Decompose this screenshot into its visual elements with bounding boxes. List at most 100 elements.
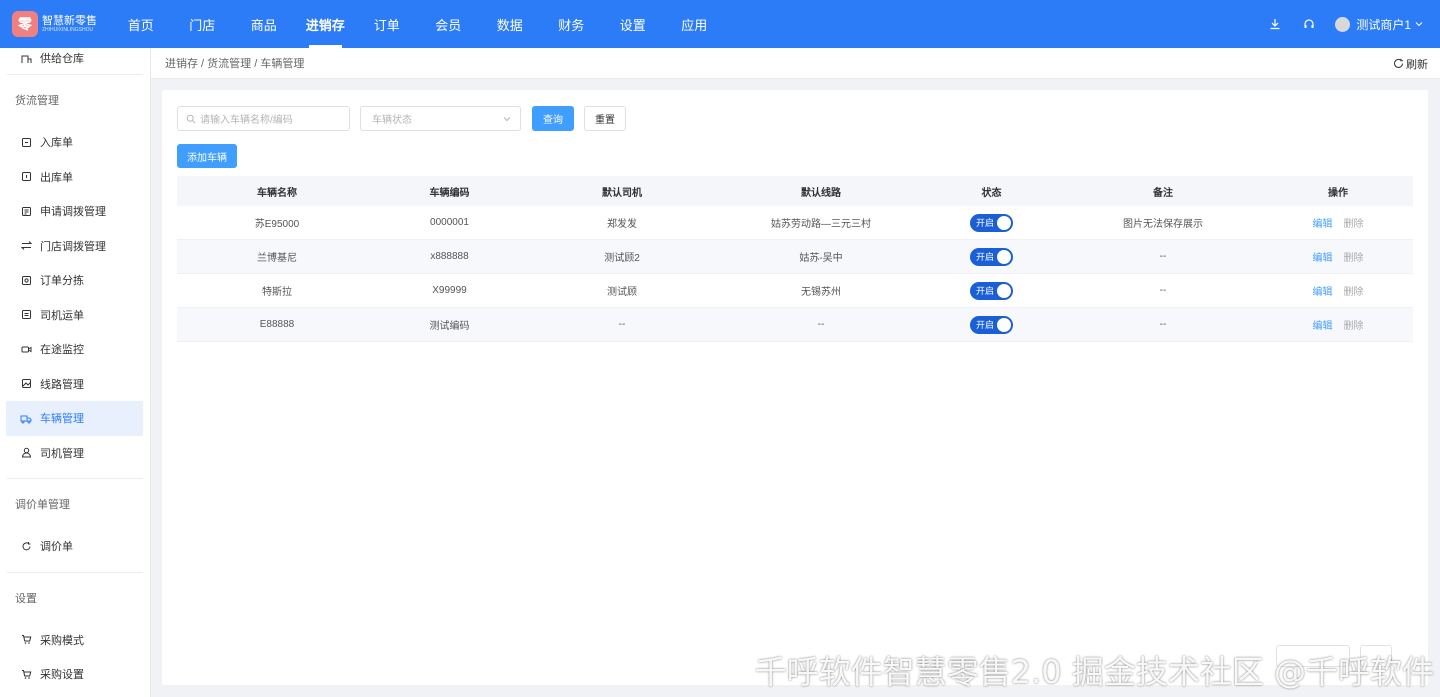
sidebar-item-store-transfer[interactable]: 门店调拨管理 xyxy=(0,229,150,264)
user-menu[interactable]: 测试商户1 xyxy=(1335,16,1424,33)
nav-inventory[interactable]: 进销存 xyxy=(295,0,357,48)
sidebar-item-purchase-settings[interactable]: 采购设置 xyxy=(0,657,150,692)
cell-vehicle-code: 测试编码 xyxy=(429,321,470,332)
delete-link[interactable]: 删除 xyxy=(1344,215,1364,230)
edit-link[interactable]: 编辑 xyxy=(1313,249,1333,264)
sidebar-item-label: 车辆管理 xyxy=(40,413,84,426)
document-icon xyxy=(20,309,32,321)
cell-vehicle-name: E88888 xyxy=(259,319,295,330)
cell-remark: -- xyxy=(1159,285,1167,296)
swap-icon xyxy=(20,240,32,252)
nav-members[interactable]: 会员 xyxy=(418,0,480,48)
sidebar-item-label: 线路管理 xyxy=(40,378,84,391)
status-toggle[interactable]: 开启 xyxy=(970,281,1013,300)
route-icon xyxy=(20,378,32,390)
edit-link[interactable]: 编辑 xyxy=(1313,317,1333,332)
cell-vehicle-code: X99999 xyxy=(432,285,467,296)
sidebar-item-label: 司机管理 xyxy=(40,447,84,460)
table-header: 车辆名称 车辆编码 默认司机 默认线路 状态 备注 操作 xyxy=(177,176,1413,206)
main-nav: 首页 门店 商品 进销存 订单 会员 数据 财务 设置 应用 xyxy=(110,0,725,48)
cell-default-driver: 测试顾2 xyxy=(604,253,640,264)
delete-link[interactable]: 删除 xyxy=(1344,317,1364,332)
sidebar-item-label: 申请调拨管理 xyxy=(40,206,106,219)
column-header: 车辆编码 xyxy=(429,187,470,199)
table-row: 兰博基尼 x888888 测试顾2 姑苏-吴中 开启 -- 编辑 删除 xyxy=(177,240,1413,274)
sidebar-item-route-management[interactable]: 线路管理 xyxy=(0,367,150,402)
download-icon[interactable] xyxy=(1267,16,1283,32)
table-row: 特斯拉 X99999 测试顾 无锡苏州 开启 -- 编辑 删除 xyxy=(177,274,1413,308)
sidebar-item-driver-management[interactable]: 司机管理 xyxy=(0,436,150,471)
sidebar-item-label: 采购设置 xyxy=(40,669,84,682)
sidebar-item-vehicle-management[interactable]: 车辆管理 xyxy=(6,401,143,436)
sidebar-item-order-sorting[interactable]: 订单分拣 xyxy=(0,263,150,298)
delete-link[interactable]: 删除 xyxy=(1344,283,1364,298)
cell-vehicle-name: 苏E95000 xyxy=(254,219,300,230)
add-vehicle-button[interactable]: 添加车辆 xyxy=(177,144,237,168)
truck-icon xyxy=(20,412,32,424)
sidebar-section-settings: 设置 xyxy=(15,592,37,605)
column-header: 备注 xyxy=(1153,187,1173,199)
sidebar-item-purchase-mode[interactable]: 采购模式 xyxy=(0,623,150,658)
status-toggle[interactable]: 开启 xyxy=(970,213,1013,232)
search-input[interactable]: 请输入车辆名称/编码 xyxy=(177,106,350,131)
column-header: 操作 xyxy=(1328,187,1348,199)
filter-bar: 请输入车辆名称/编码 车辆状态 查询 重置 xyxy=(177,106,626,131)
cell-default-driver: 郑发发 xyxy=(607,219,637,230)
cell-remark: -- xyxy=(1159,251,1167,262)
sidebar-item-driver-waybill[interactable]: 司机运单 xyxy=(0,298,150,333)
cell-default-driver: -- xyxy=(618,319,626,330)
video-icon xyxy=(20,343,32,355)
sidebar-item-inbound[interactable]: 入库单 xyxy=(0,125,150,160)
warehouse-icon xyxy=(20,52,32,64)
cell-default-route: 无锡苏州 xyxy=(801,287,841,298)
refresh-icon xyxy=(20,540,32,552)
cell-vehicle-code: 0000001 xyxy=(430,217,469,228)
status-toggle[interactable]: 开启 xyxy=(970,247,1013,266)
logo-text: 智慧新零售 xyxy=(42,14,97,27)
cell-vehicle-name: 兰博基尼 xyxy=(257,253,297,264)
nav-products[interactable]: 商品 xyxy=(233,0,295,48)
vehicle-status-select[interactable]: 车辆状态 xyxy=(360,106,521,131)
nav-stores[interactable]: 门店 xyxy=(172,0,234,48)
cell-vehicle-code: x888888 xyxy=(430,251,469,262)
column-header: 车辆名称 xyxy=(257,187,297,199)
logo[interactable]: 零 智慧新零售 ZHIHUIXINLINGSHOU xyxy=(12,11,110,37)
sidebar-item-label: 门店调拨管理 xyxy=(40,240,106,253)
nav-apps[interactable]: 应用 xyxy=(664,0,726,48)
sidebar-item-label: 调价单 xyxy=(40,541,73,554)
column-header: 默认司机 xyxy=(602,187,642,199)
cell-default-route: 姑苏劳动路—三元三村 xyxy=(771,219,871,230)
sidebar-item-label: 出库单 xyxy=(40,171,73,184)
query-button[interactable]: 查询 xyxy=(532,106,574,131)
status-placeholder: 车辆状态 xyxy=(372,115,412,126)
sidebar-item-price-adjust[interactable]: 调价单 xyxy=(0,529,150,564)
column-header: 默认线路 xyxy=(801,187,841,199)
sidebar-item-outbound[interactable]: 出库单 xyxy=(0,160,150,195)
nav-home[interactable]: 首页 xyxy=(110,0,172,48)
status-toggle[interactable]: 开启 xyxy=(970,315,1013,334)
sidebar-item-transit-monitor[interactable]: 在途监控 xyxy=(0,332,150,367)
cell-remark: -- xyxy=(1159,319,1167,330)
edit-link[interactable]: 编辑 xyxy=(1313,283,1333,298)
user-icon xyxy=(20,447,32,459)
sidebar-item-supply-warehouse[interactable]: 供给仓库 xyxy=(0,48,150,74)
chevron-down-icon xyxy=(1415,22,1423,27)
delete-link[interactable]: 删除 xyxy=(1344,249,1364,264)
chevron-down-icon xyxy=(503,116,511,121)
reset-button[interactable]: 重置 xyxy=(584,106,626,131)
sidebar-item-transfer-request[interactable]: 申请调拨管理 xyxy=(0,194,150,229)
nav-orders[interactable]: 订单 xyxy=(356,0,418,48)
nav-settings[interactable]: 设置 xyxy=(602,0,664,48)
refresh-button[interactable]: 刷新 xyxy=(1393,48,1428,79)
search-placeholder: 请输入车辆名称/编码 xyxy=(200,115,293,126)
nav-data[interactable]: 数据 xyxy=(479,0,541,48)
cell-default-driver: 测试顾 xyxy=(607,287,637,298)
nav-finance[interactable]: 财务 xyxy=(541,0,603,48)
headset-icon[interactable] xyxy=(1301,16,1317,32)
cart-settings-icon xyxy=(20,668,32,680)
content-card: 请输入车辆名称/编码 车辆状态 查询 重置 添加车辆 车辆名称 车辆编码 默认司… xyxy=(162,90,1428,685)
edit-link[interactable]: 编辑 xyxy=(1313,215,1333,230)
refresh-label: 刷新 xyxy=(1406,58,1428,71)
breadcrumb: 进销存 / 货流管理 / 车辆管理 xyxy=(165,58,305,70)
cell-default-route: 姑苏-吴中 xyxy=(799,253,843,264)
